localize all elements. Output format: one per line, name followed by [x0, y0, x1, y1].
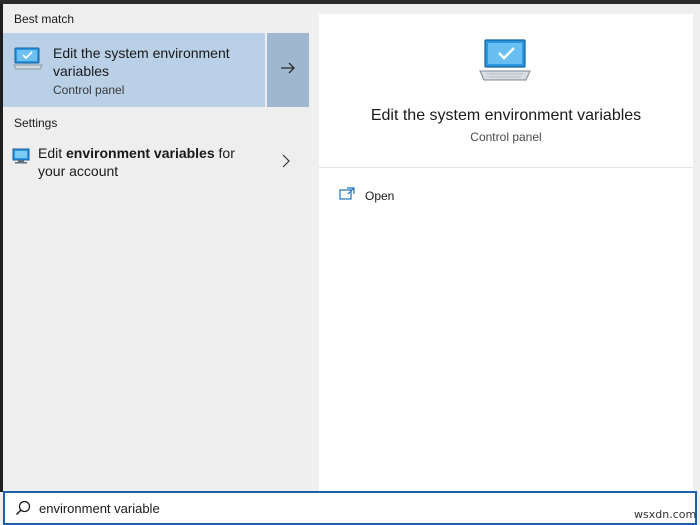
- open-window-icon: [339, 186, 355, 206]
- results-list-pane: Best match Edit the system environment v…: [3, 4, 309, 491]
- details-divider: [319, 167, 693, 168]
- settings-result-label: Edit environment variables for your acco…: [38, 145, 235, 179]
- open-action[interactable]: Open: [339, 186, 394, 206]
- open-details-arrow-button[interactable]: [267, 33, 309, 107]
- monitor-checkmark-icon: [477, 38, 533, 91]
- open-action-label: Open: [365, 189, 395, 203]
- chevron-right-icon: [281, 153, 291, 174]
- search-box[interactable]: environment variable: [3, 491, 697, 525]
- search-icon: [15, 500, 31, 521]
- settings-header: Settings: [14, 116, 58, 130]
- settings-result-environment-variables[interactable]: Edit environment variables for your acco…: [3, 139, 309, 191]
- details-pane: Edit the system environment variables Co…: [319, 14, 693, 491]
- best-match-subtitle: Control panel: [53, 83, 125, 97]
- watermark: wsxdn.com: [634, 508, 697, 521]
- details-subtitle: Control panel: [470, 130, 542, 144]
- search-input[interactable]: environment variable: [39, 501, 160, 516]
- monitor-checkmark-icon: [13, 46, 43, 77]
- best-match-title: Edit the system environment variables: [53, 45, 230, 79]
- best-match-header: Best match: [14, 12, 75, 26]
- best-match-result[interactable]: Edit the system environment variables Co…: [3, 33, 265, 107]
- details-title: Edit the system environment variables: [370, 107, 642, 124]
- details-header: Edit the system environment variables Co…: [319, 14, 693, 167]
- arrow-right-icon: [280, 61, 296, 80]
- monitor-settings-icon: [12, 148, 30, 169]
